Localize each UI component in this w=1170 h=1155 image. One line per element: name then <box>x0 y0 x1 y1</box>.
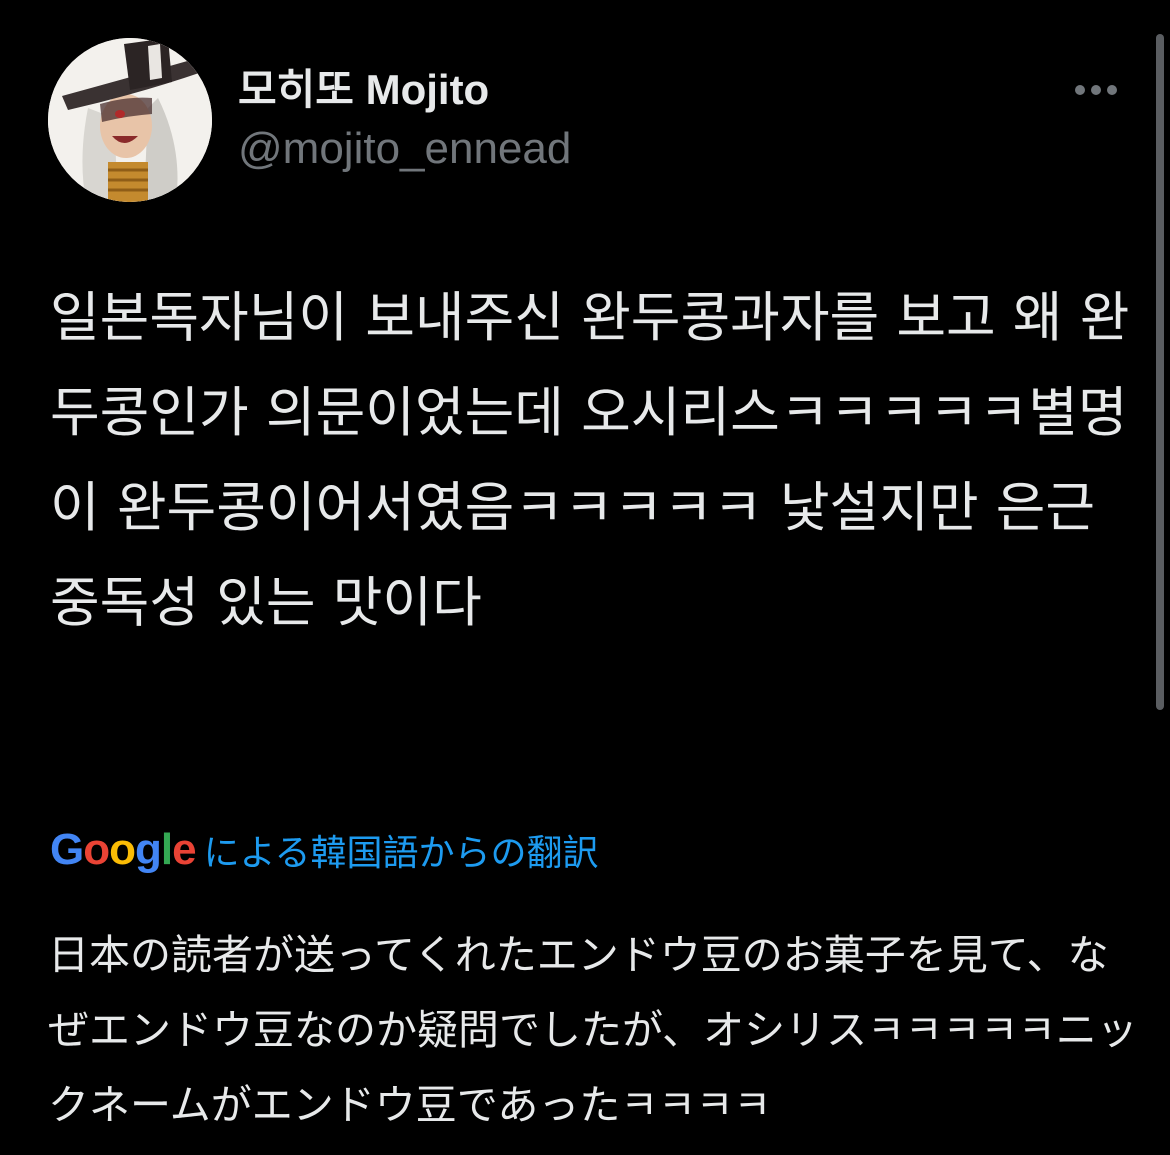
display-name[interactable]: 모히또 Mojito <box>238 64 489 116</box>
avatar[interactable] <box>48 38 212 202</box>
translation-label: による韓国語からの翻訳 <box>203 833 599 874</box>
avatar-image <box>48 38 212 202</box>
translated-text: 日本の読者が送ってくれたエンドウ豆のお菓子を見て、なぜエンドウ豆なのか疑問でした… <box>48 931 1138 1129</box>
translation-header[interactable]: Google による韓国語からの翻訳 <box>50 822 599 878</box>
tweet: 모히또 Mojito @mojito_ennead 일본독자님이 보내주신 완두… <box>0 0 1170 1155</box>
tweet-text: 일본독자님이 보내주신 완두콩과자를 보고 왜 완두콩인가 의문이었는데 오시리… <box>50 286 1130 634</box>
google-logo: Google <box>50 825 197 874</box>
more-options-button[interactable] <box>1068 72 1124 108</box>
scrollbar[interactable] <box>1156 34 1164 710</box>
more-horizontal-icon <box>1075 85 1117 95</box>
user-handle[interactable]: @mojito_ennead <box>238 122 571 176</box>
